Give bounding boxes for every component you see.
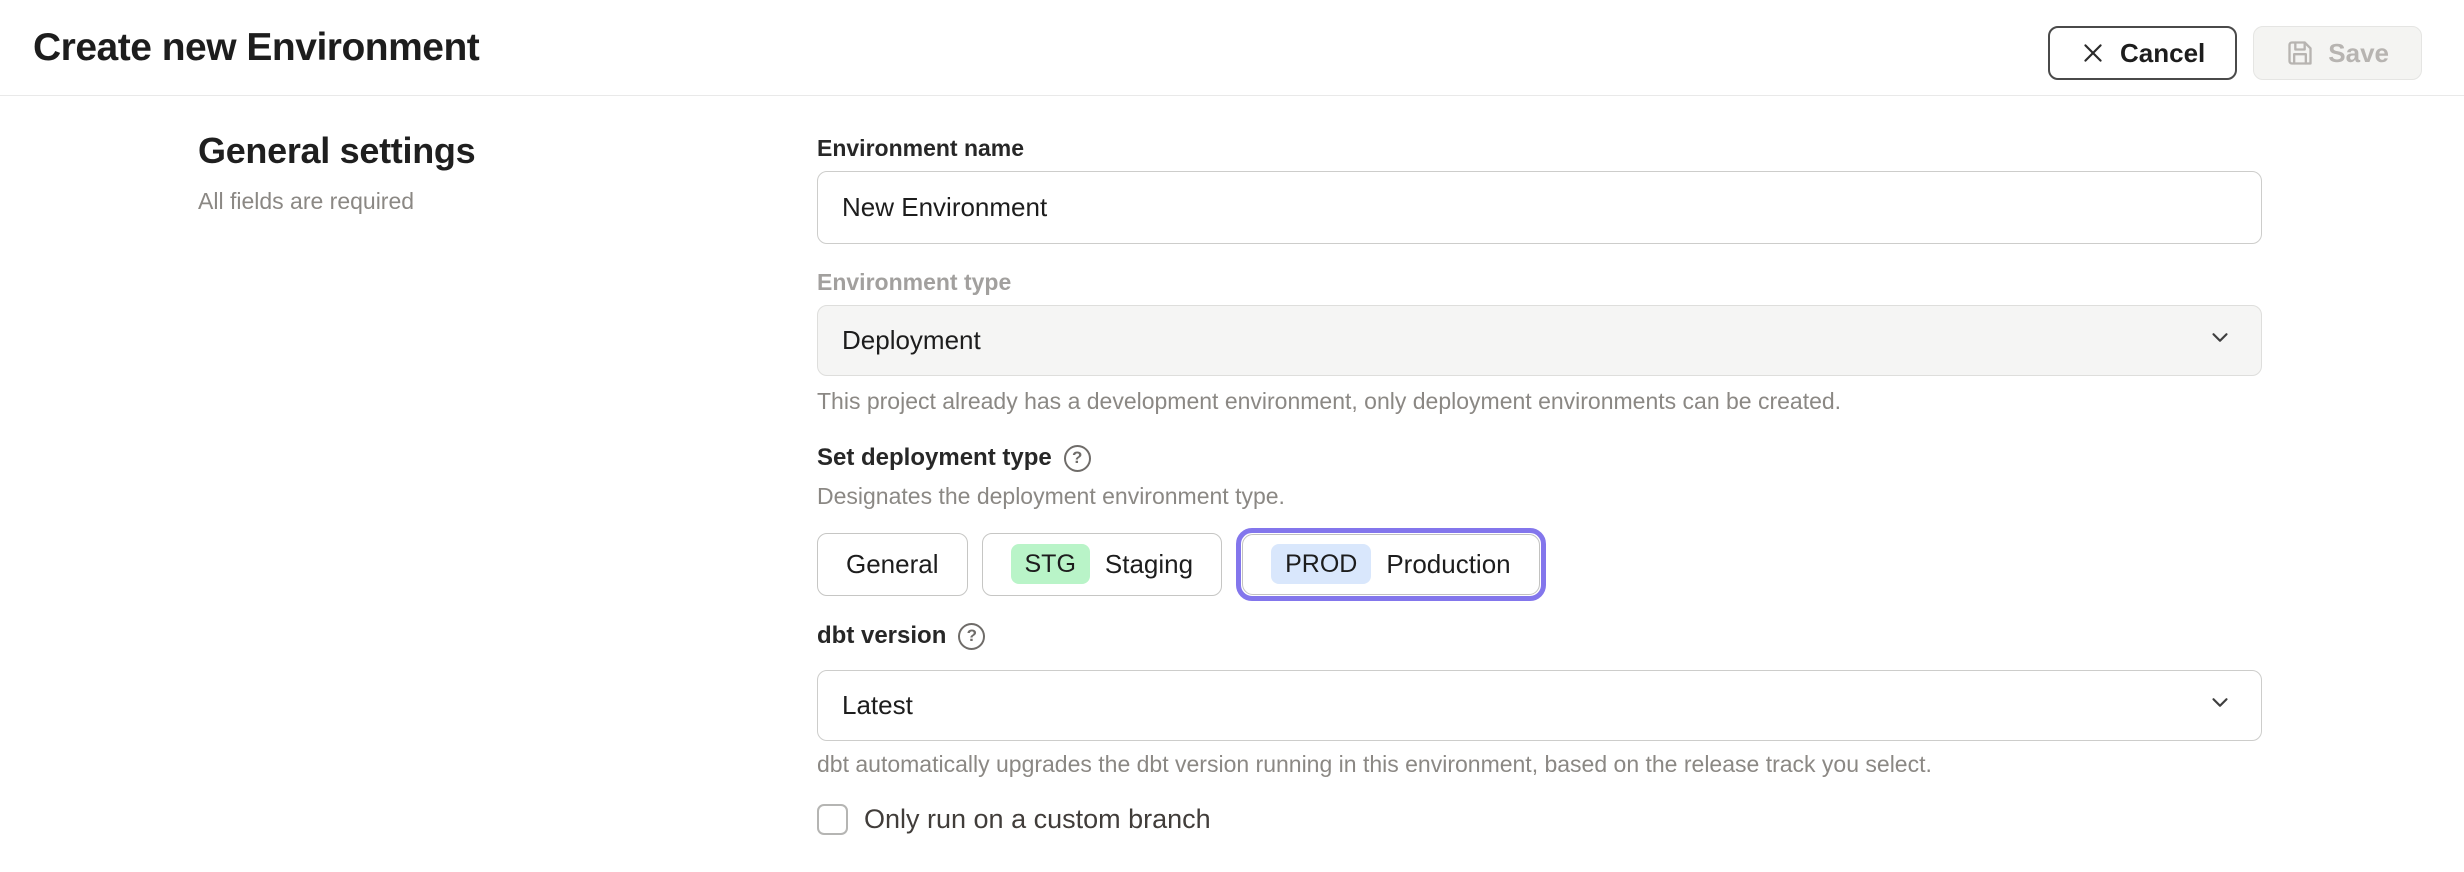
deployment-type-heading: Set deployment type ? [817,443,2262,473]
dbt-version-heading-label: dbt version [817,621,946,651]
page-header: Create new Environment Cancel [0,0,2464,96]
deployment-option-production[interactable]: PROD Production [1242,534,1540,595]
save-icon [2286,39,2314,67]
environment-name-label: Environment name [817,134,2262,162]
dbt-version-helper: dbt automatically upgrades the dbt versi… [817,750,2262,778]
chevron-down-icon [2207,324,2233,357]
environment-type-select: Deployment [817,305,2262,376]
deployment-type-options: General STG Staging PROD Production [817,527,2262,601]
deployment-option-staging-label: Staging [1105,549,1193,580]
environment-type-label: Environment type [817,268,2262,296]
general-settings-section-header: General settings All fields are required [198,130,758,215]
dbt-version-value: Latest [842,690,913,721]
header-actions: Cancel Save [2048,26,2422,80]
deployment-option-production-label: Production [1386,549,1510,580]
page-title: Create new Environment [33,26,479,70]
deployment-option-general[interactable]: General [817,533,968,596]
cancel-button[interactable]: Cancel [2048,26,2237,80]
staging-badge: STG [1011,544,1090,584]
environment-type-value: Deployment [842,325,981,356]
section-subtitle: All fields are required [198,188,758,215]
environment-form: Environment name Environment type Deploy… [817,134,2262,835]
custom-branch-label[interactable]: Only run on a custom branch [864,804,1211,835]
help-icon[interactable]: ? [1064,445,1091,472]
save-button[interactable]: Save [2253,26,2422,80]
custom-branch-checkbox[interactable] [817,804,848,835]
help-icon[interactable]: ? [958,623,985,650]
save-button-label: Save [2328,38,2389,69]
cancel-button-label: Cancel [2120,38,2205,69]
deployment-type-heading-label: Set deployment type [817,443,1052,473]
dbt-version-select[interactable]: Latest [817,670,2262,741]
chevron-down-icon [2207,689,2233,722]
deployment-type-helper: Designates the deployment environment ty… [817,482,2262,510]
create-environment-page: Create new Environment Cancel [0,0,2464,872]
deployment-option-selected-ring: PROD Production [1236,528,1546,601]
section-title: General settings [198,130,758,172]
deployment-option-general-label: General [846,549,939,580]
environment-type-helper: This project already has a development e… [817,387,2262,415]
production-badge: PROD [1271,544,1371,584]
dbt-version-heading: dbt version ? [817,621,2262,651]
environment-name-input[interactable] [817,171,2262,244]
deployment-option-staging[interactable]: STG Staging [982,533,1223,596]
custom-branch-row[interactable]: Only run on a custom branch [817,804,2262,835]
close-icon [2080,40,2106,66]
